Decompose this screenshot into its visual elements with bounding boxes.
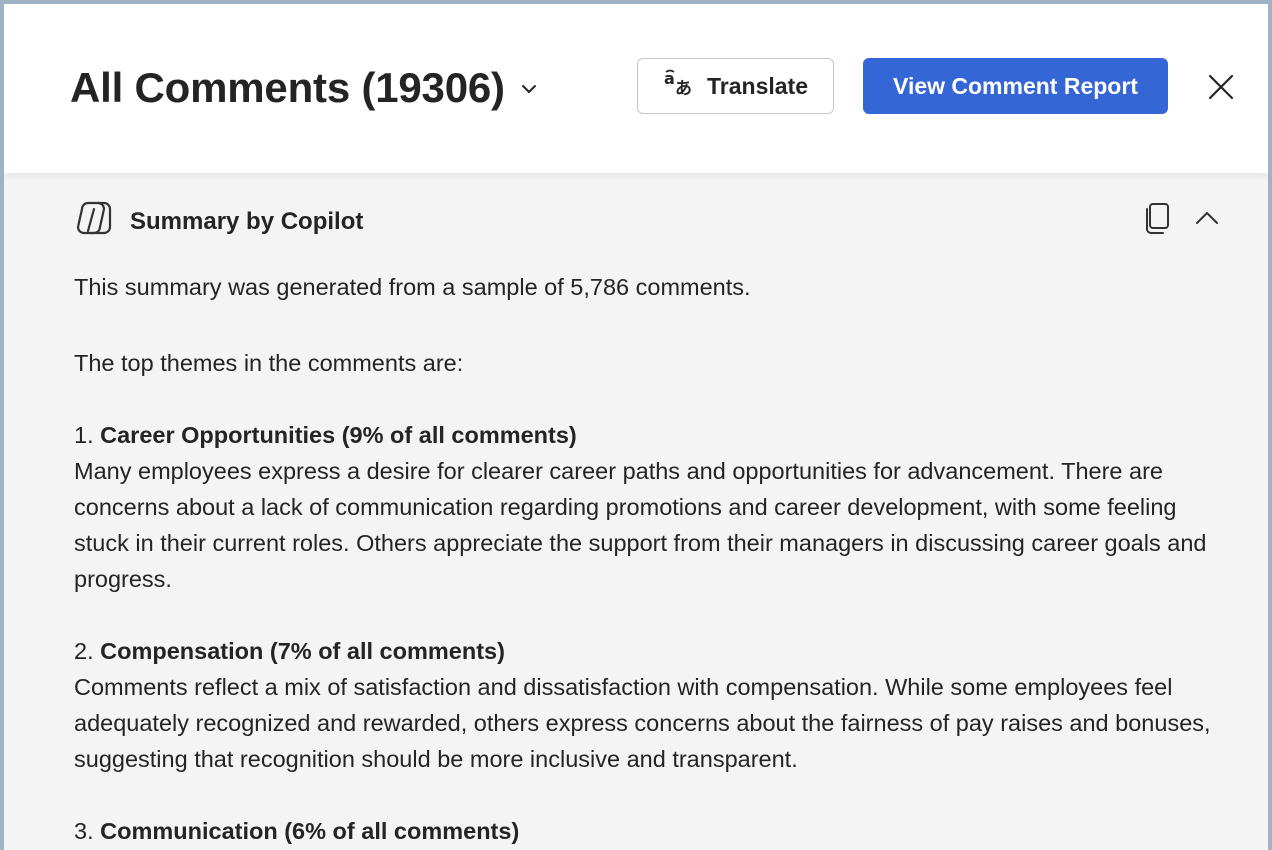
theme-title: Communication (6% of all comments) — [100, 818, 520, 844]
translate-icon: a あ — [663, 69, 695, 103]
summary-body: This summary was generated from a sample… — [74, 269, 1234, 849]
theme-number: 2. — [74, 638, 94, 664]
view-comment-report-button[interactable]: View Comment Report — [863, 58, 1168, 114]
theme-number: 3. — [74, 818, 94, 844]
theme-heading: 1. Career Opportunities (9% of all comme… — [74, 417, 1234, 453]
close-icon[interactable] — [1204, 70, 1238, 104]
theme-heading: 3. Communication (6% of all comments) — [74, 813, 1234, 849]
translate-button[interactable]: a あ Translate — [637, 58, 834, 114]
panel-header: All Comments (19306) a あ Translate View … — [4, 4, 1268, 173]
translate-label: Translate — [707, 72, 808, 99]
copilot-icon — [74, 199, 116, 244]
summary-intro: This summary was generated from a sample… — [74, 274, 751, 300]
comments-panel: All Comments (19306) a あ Translate View … — [0, 0, 1272, 850]
theme-text: Comments reflect a mix of satisfaction a… — [74, 674, 1211, 772]
top-themes-label: The top themes in the comments are: — [74, 350, 464, 376]
summary-header: Summary by Copilot — [74, 199, 363, 244]
page-title: All Comments (19306) — [70, 64, 505, 111]
theme-heading: 2. Compensation (7% of all comments) — [74, 633, 1234, 669]
theme-text: Many employees express a desire for clea… — [74, 458, 1207, 592]
theme-title: Compensation (7% of all comments) — [100, 638, 505, 664]
chevron-down-icon — [521, 81, 537, 99]
theme-number: 1. — [74, 422, 94, 448]
chevron-up-icon[interactable] — [1192, 203, 1222, 233]
summary-section: Summary by Copilot This summary was gene… — [4, 173, 1268, 850]
comments-filter-dropdown[interactable]: All Comments (19306) — [70, 64, 537, 112]
copy-icon[interactable] — [1142, 201, 1172, 237]
summary-title: Summary by Copilot — [130, 207, 364, 235]
theme-title: Career Opportunities (9% of all comments… — [100, 422, 577, 448]
svg-text:あ: あ — [675, 79, 692, 97]
